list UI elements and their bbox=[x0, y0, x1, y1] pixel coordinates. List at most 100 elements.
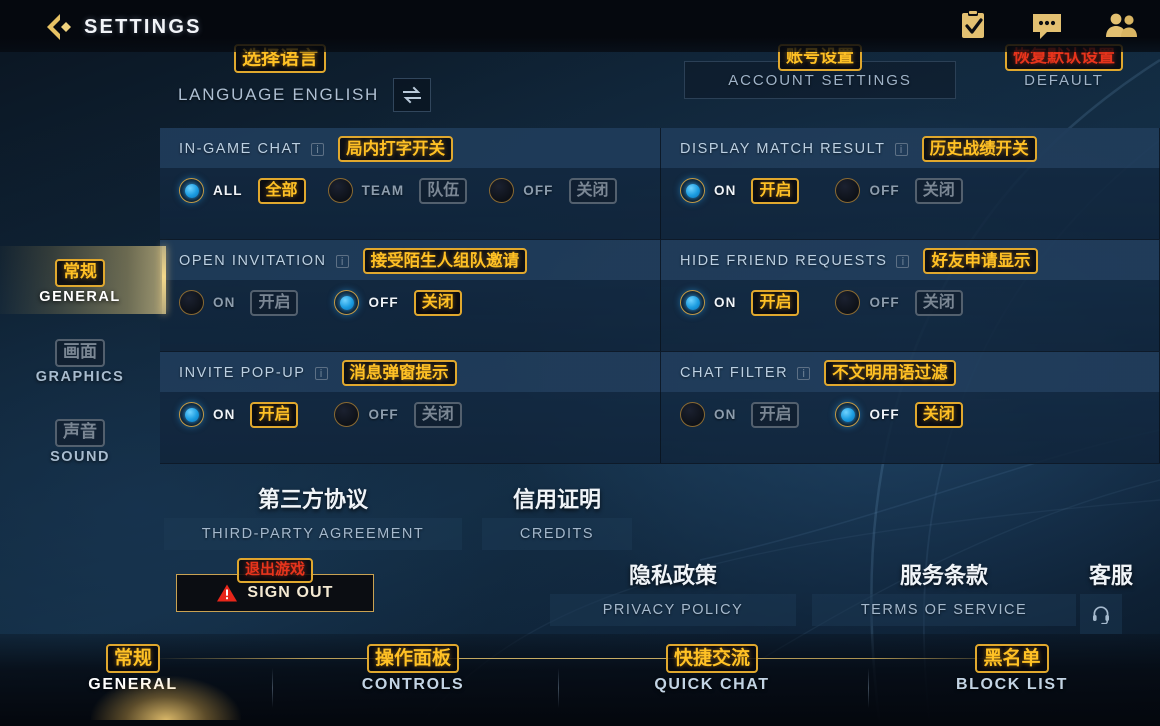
option-group: ALL 全部 TEAM 队伍 OFF 关闭 bbox=[179, 178, 652, 204]
info-icon[interactable]: i bbox=[894, 142, 908, 156]
sidebar-item-general[interactable]: 常规 GENERAL bbox=[0, 242, 166, 322]
third-party-cn-label: 第三方协议 bbox=[257, 488, 368, 513]
setting-label: HIDE FRIEND REQUESTS bbox=[680, 253, 888, 269]
setting-label: OPEN INVITATION bbox=[179, 253, 327, 269]
tab-quick-chat[interactable]: 快捷交流 QUICK CHAT bbox=[612, 644, 812, 694]
radio-icon[interactable] bbox=[489, 178, 515, 204]
setting-header: HIDE FRIEND REQUESTS i 好友申请显示 bbox=[661, 240, 1159, 282]
setting-row-in-game-chat: IN-GAME CHAT i 局内打字开关 ALL 全部 TEAM 队伍 OFF bbox=[160, 128, 661, 240]
option-off[interactable]: OFF 关闭 bbox=[835, 290, 963, 316]
option-off[interactable]: OFF 关闭 bbox=[334, 290, 462, 316]
settings-grid: IN-GAME CHAT i 局内打字开关 ALL 全部 TEAM 队伍 OFF bbox=[160, 128, 1160, 464]
radio-icon[interactable] bbox=[179, 178, 204, 204]
option-label: OFF bbox=[869, 183, 900, 199]
terms-of-service-button[interactable]: TERMS OF SERVICE bbox=[812, 594, 1076, 626]
option-label: ON bbox=[714, 183, 737, 199]
option-cn-tag: 开启 bbox=[751, 178, 800, 204]
bottom-tab-bar: 常规 GENERAL 操作面板 CONTROLS 快捷交流 QUICK CHAT… bbox=[0, 634, 1160, 726]
option-on[interactable]: ON 开启 bbox=[179, 402, 299, 428]
language-swap-button[interactable] bbox=[393, 78, 432, 113]
option-all[interactable]: ALL 全部 bbox=[179, 178, 306, 204]
setting-label: DISPLAY MATCH RESULT bbox=[680, 141, 886, 157]
sign-out-group: 退出游戏 SIGN OUT bbox=[176, 558, 374, 612]
radio-icon[interactable] bbox=[179, 402, 204, 428]
sidebar-item-sound[interactable]: 声音 SOUND bbox=[0, 402, 160, 482]
option-team[interactable]: TEAM 队伍 bbox=[327, 178, 468, 204]
terms-cn-label: 服务条款 bbox=[899, 564, 988, 589]
option-on[interactable]: ON 开启 bbox=[680, 402, 800, 428]
option-cn-tag: 开启 bbox=[751, 290, 800, 316]
option-off[interactable]: OFF 关闭 bbox=[334, 402, 462, 428]
credits-label: CREDITS bbox=[519, 526, 595, 542]
credits-button[interactable]: CREDITS bbox=[482, 518, 632, 550]
setting-row-invite-popup: INVITE POP-UP i 消息弹窗提示 ON 开启 OFF 关闭 bbox=[160, 352, 661, 464]
tab-cn-tag: 黑名单 bbox=[975, 644, 1049, 674]
option-label: OFF bbox=[869, 407, 900, 423]
privacy-policy-group: 隐私政策 PRIVACY POLICY bbox=[550, 558, 796, 626]
option-cn-tag: 全部 bbox=[257, 178, 306, 204]
chat-bubble-icon[interactable] bbox=[1030, 10, 1064, 40]
swap-arrows-icon bbox=[403, 86, 422, 104]
info-icon[interactable]: i bbox=[314, 366, 328, 380]
default-block: 恢复默认设置 DEFAULT bbox=[968, 44, 1160, 99]
setting-header: OPEN INVITATION i 接受陌生人组队邀请 bbox=[160, 240, 660, 282]
clipboard-check-icon[interactable] bbox=[956, 10, 990, 40]
setting-cn-tag: 消息弹窗提示 bbox=[341, 359, 457, 387]
option-label: OFF bbox=[368, 407, 399, 423]
friends-icon[interactable] bbox=[1104, 10, 1138, 40]
tab-general[interactable]: 常规 GENERAL bbox=[33, 644, 241, 721]
radio-icon[interactable] bbox=[334, 290, 360, 316]
radio-icon[interactable] bbox=[680, 290, 705, 316]
tab-label: QUICK CHAT bbox=[654, 676, 770, 694]
tab-block-list[interactable]: 黑名单 BLOCK LIST bbox=[912, 644, 1112, 694]
option-group: ON 开启 OFF 关闭 bbox=[680, 290, 1151, 316]
option-cn-tag: 开启 bbox=[250, 290, 299, 316]
radio-icon[interactable] bbox=[835, 402, 861, 428]
sidebar: 常规 GENERAL 画面 GRAPHICS 声音 SOUND bbox=[0, 242, 166, 482]
privacy-policy-button[interactable]: PRIVACY POLICY bbox=[550, 594, 796, 626]
option-label: OFF bbox=[368, 295, 399, 311]
customer-support-group: 客服 bbox=[1080, 558, 1142, 634]
option-on[interactable]: ON 开启 bbox=[680, 290, 800, 316]
option-on[interactable]: ON 开启 bbox=[680, 178, 800, 204]
tab-label: CONTROLS bbox=[361, 676, 465, 694]
info-icon[interactable]: i bbox=[797, 366, 811, 380]
radio-icon[interactable] bbox=[334, 402, 360, 428]
setting-cn-tag: 历史战绩开关 bbox=[921, 135, 1037, 163]
radio-icon[interactable] bbox=[327, 178, 353, 204]
option-label: ON bbox=[213, 295, 236, 311]
radio-icon[interactable] bbox=[680, 178, 705, 204]
info-icon[interactable]: i bbox=[335, 254, 349, 268]
radio-icon[interactable] bbox=[680, 402, 705, 428]
radio-icon[interactable] bbox=[835, 290, 861, 316]
option-off[interactable]: OFF 关闭 bbox=[835, 402, 963, 428]
sidebar-item-cn-tag: 声音 bbox=[55, 419, 105, 447]
customer-support-button[interactable] bbox=[1080, 594, 1122, 634]
sidebar-item-graphics[interactable]: 画面 GRAPHICS bbox=[0, 322, 160, 402]
option-off[interactable]: OFF 关闭 bbox=[489, 178, 617, 204]
third-party-agreement-button[interactable]: THIRD-PARTY AGREEMENT bbox=[164, 518, 462, 550]
tab-cn-tag: 操作面板 bbox=[366, 644, 459, 674]
back-chevron-icon[interactable] bbox=[42, 13, 74, 41]
option-group: ON 开启 OFF 关闭 bbox=[179, 402, 652, 428]
radio-icon[interactable] bbox=[835, 178, 861, 204]
option-label: ON bbox=[714, 407, 737, 423]
third-party-label: THIRD-PARTY AGREEMENT bbox=[201, 526, 425, 542]
option-label: ON bbox=[714, 295, 737, 311]
setting-row-display-match-result: DISPLAY MATCH RESULT i 历史战绩开关 ON 开启 OFF … bbox=[661, 128, 1160, 240]
option-off[interactable]: OFF 关闭 bbox=[835, 178, 963, 204]
option-cn-tag: 关闭 bbox=[914, 178, 963, 204]
setting-label: INVITE POP-UP bbox=[179, 365, 306, 381]
credits-group: 信用证明 CREDITS bbox=[482, 482, 632, 550]
sidebar-item-label: GRAPHICS bbox=[35, 368, 125, 385]
language-label: LANGUAGE ENGLISH bbox=[178, 85, 380, 105]
option-group: ON 开启 OFF 关闭 bbox=[179, 290, 652, 316]
info-icon[interactable]: i bbox=[896, 254, 910, 268]
info-icon[interactable]: i bbox=[311, 142, 325, 156]
support-cn-label: 客服 bbox=[1088, 564, 1133, 589]
page-title: SETTINGS bbox=[84, 16, 202, 38]
tab-controls[interactable]: 操作面板 CONTROLS bbox=[313, 644, 513, 694]
option-on[interactable]: ON 开启 bbox=[179, 290, 299, 316]
radio-icon[interactable] bbox=[179, 290, 204, 316]
warning-triangle-icon bbox=[217, 584, 238, 602]
